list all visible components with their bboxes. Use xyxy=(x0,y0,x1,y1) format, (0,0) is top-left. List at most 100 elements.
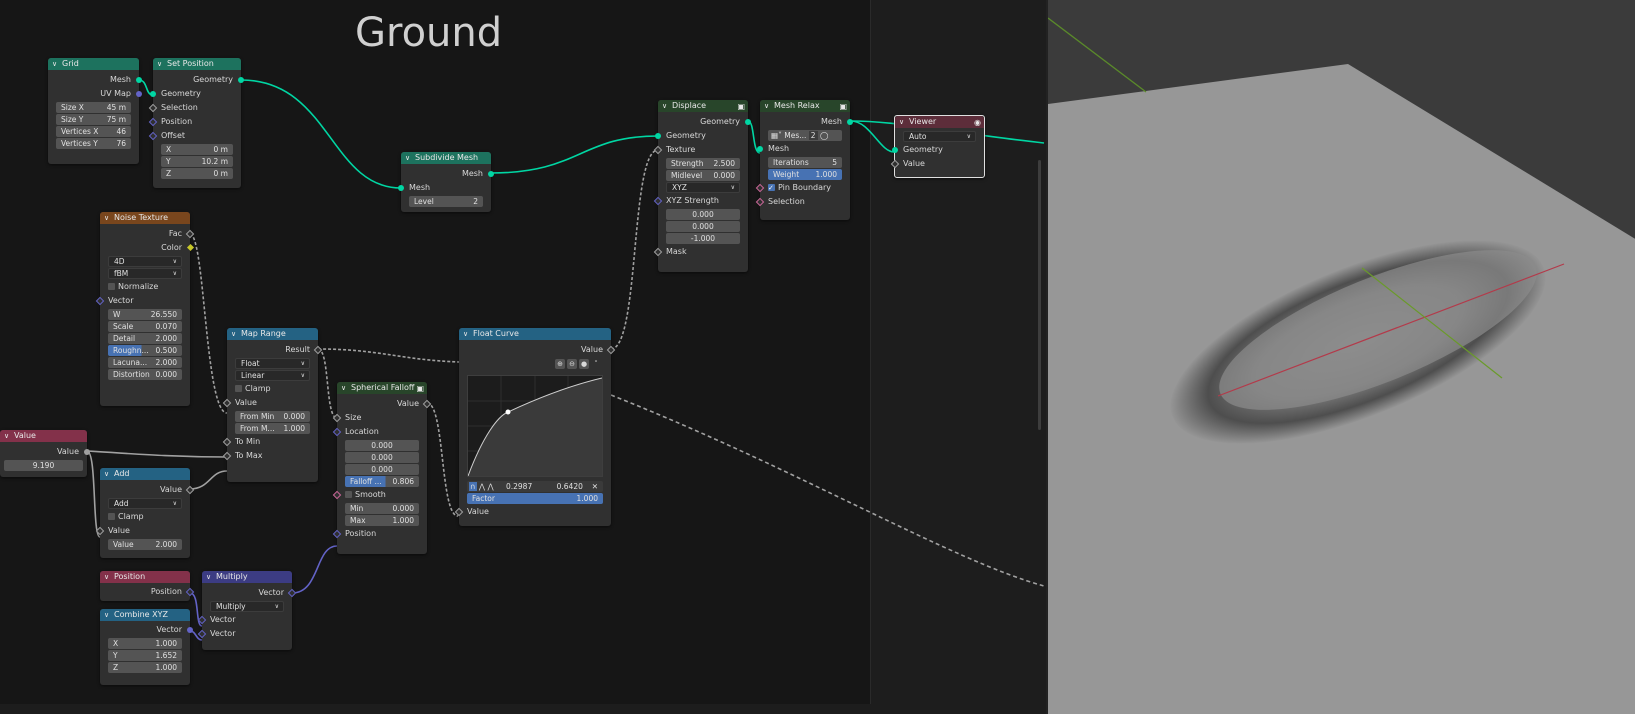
socket-uv-out[interactable] xyxy=(136,91,142,97)
mode-dropdown[interactable]: XYZ xyxy=(666,182,740,193)
dimensions-dropdown[interactable]: 4D xyxy=(108,256,182,267)
from-max-field[interactable]: From M... 1.000 xyxy=(235,423,310,434)
location-x-field[interactable]: 0.000 xyxy=(345,440,419,451)
offset-z-field[interactable]: Z0 m xyxy=(161,168,233,179)
operation-dropdown[interactable]: Add xyxy=(108,498,182,509)
xyz-y-field[interactable]: 0.000 xyxy=(666,221,740,232)
offset-x-field[interactable]: X0 m xyxy=(161,144,233,155)
close-icon[interactable]: ✕ xyxy=(592,481,598,492)
socket-geometry-in[interactable] xyxy=(150,91,156,97)
socket-value-out[interactable] xyxy=(84,449,90,455)
z-field[interactable]: Z 1.000 xyxy=(108,662,182,673)
node-grid[interactable]: Grid Mesh UV Map Size X45 m Size Y75 m V… xyxy=(48,58,142,164)
strength-field[interactable]: Strength 2.500 xyxy=(666,158,740,169)
curve-editor[interactable] xyxy=(467,375,603,477)
clamp-checkbox[interactable] xyxy=(235,385,242,392)
socket-mesh-out[interactable] xyxy=(847,119,853,125)
zoom-out-icon[interactable]: ⊖ xyxy=(567,359,577,369)
w-field[interactable]: W 26.550 xyxy=(108,309,182,320)
pin-boundary-checkbox[interactable] xyxy=(768,181,775,195)
level-field[interactable]: Level 2 xyxy=(409,196,483,207)
socket-mesh-out[interactable] xyxy=(136,77,142,83)
weight-field[interactable]: Weight 1.000 xyxy=(768,169,842,180)
node-header[interactable]: Map Range xyxy=(227,328,318,340)
value-field[interactable]: 9.190 xyxy=(4,460,83,471)
point-icon[interactable]: ● xyxy=(579,359,589,369)
node-header[interactable]: Position xyxy=(100,571,190,583)
node-header[interactable]: Combine XYZ xyxy=(100,609,190,621)
chevron-down-icon[interactable]: ˅ xyxy=(591,359,601,369)
domain-dropdown[interactable]: Auto xyxy=(903,131,976,142)
value-field[interactable]: Value 2.000 xyxy=(108,539,182,550)
size-x-field[interactable]: Size X 45 m xyxy=(56,102,131,113)
factor-field[interactable]: Factor 1.000 xyxy=(467,493,603,504)
node-header[interactable]: Viewer◉ xyxy=(895,116,984,128)
socket-geometry-out[interactable] xyxy=(238,77,244,83)
socket-mesh-out[interactable] xyxy=(488,171,494,177)
node-set-position[interactable]: Set Position Geometry Geometry Selection… xyxy=(148,58,244,188)
xyz-z-field[interactable]: -1.000 xyxy=(666,233,740,244)
node-subdivide-mesh[interactable]: Subdivide Mesh Mesh Mesh Level2 xyxy=(398,152,494,212)
node-value[interactable]: Value Value 9.190 xyxy=(0,430,90,477)
3d-viewport[interactable] xyxy=(1046,0,1635,714)
node-header[interactable]: Add xyxy=(100,468,190,480)
vertices-x-field[interactable]: Vertices X 46 xyxy=(56,126,131,137)
node-header[interactable]: Float Curve xyxy=(459,328,611,340)
node-header[interactable]: Multiply xyxy=(202,571,292,583)
detail-field[interactable]: Detail 2.000 xyxy=(108,333,182,344)
offset-y-field[interactable]: Y 10.2 m xyxy=(161,156,233,167)
data-type-dropdown[interactable]: Float xyxy=(235,358,310,369)
vertices-y-field[interactable]: Vertices Y 76 xyxy=(56,138,131,149)
midlevel-field[interactable]: Midlevel 0.000 xyxy=(666,170,740,181)
y-field[interactable]: Y 1.652 xyxy=(108,650,182,661)
min-field[interactable]: Min 0.000 xyxy=(345,503,419,514)
node-float-curve[interactable]: Float Curve Value ⊕ ⊖ ● ˅ ∩ ⋀ ⋀ 0.2987 0… xyxy=(454,328,616,526)
node-group-selector[interactable]: ▦˅ Mes... 2 ◯ xyxy=(768,130,842,141)
node-header[interactable]: Spherical Falloff▣ xyxy=(337,382,427,394)
socket-mesh-in[interactable] xyxy=(757,146,763,152)
xyz-x-field[interactable]: 0.000 xyxy=(666,209,740,220)
iterations-field[interactable]: Iterations 5 xyxy=(768,157,842,168)
location-z-field[interactable]: 0.000 xyxy=(345,464,419,475)
node-mesh-relax[interactable]: Mesh Relax▣ Mesh ▦˅ Mes... 2 ◯ Mesh Iter… xyxy=(755,100,853,220)
node-header[interactable]: Displace▣ xyxy=(658,100,748,112)
x-field[interactable]: X 1.000 xyxy=(108,638,182,649)
node-header[interactable]: Noise Texture xyxy=(100,212,190,224)
node-combine-xyz[interactable]: Combine XYZ Vector X1.000 Y1.652 Z1.000 xyxy=(100,609,193,685)
clamp-checkbox[interactable] xyxy=(108,513,115,520)
socket-geometry-in[interactable] xyxy=(655,133,661,139)
scale-field[interactable]: Scale 0.070 xyxy=(108,321,182,332)
handle-auto-icon[interactable]: ∩ xyxy=(469,482,477,491)
handle-free-icon[interactable]: ⋀ xyxy=(487,482,493,491)
size-y-field[interactable]: Size Y 75 m xyxy=(56,114,131,125)
node-map-range[interactable]: Map Range Result Float Linear Clamp Valu… xyxy=(222,328,323,482)
zoom-in-icon[interactable]: ⊕ xyxy=(555,359,565,369)
operation-dropdown[interactable]: Multiply xyxy=(210,601,284,612)
roughness-field[interactable]: Roughn... 0.500 xyxy=(108,345,182,356)
node-viewer[interactable]: Viewer◉ Auto Geometry Value xyxy=(890,115,985,178)
node-displace[interactable]: Displace▣ Geometry Geometry Texture Stre… xyxy=(653,100,751,272)
max-field[interactable]: Max 1.000 xyxy=(345,515,419,526)
eye-icon[interactable]: ◉ xyxy=(974,117,981,128)
location-y-field[interactable]: 0.000 xyxy=(345,452,419,463)
node-header[interactable]: Grid xyxy=(48,58,139,70)
node-noise-texture[interactable]: Noise Texture Fac Color 4D fBM Normalize… xyxy=(95,212,195,406)
curve-point-row[interactable]: ∩ ⋀ ⋀ 0.2987 0.6420 ✕ xyxy=(467,481,603,492)
lacunarity-field[interactable]: Lacuna... 2.000 xyxy=(108,357,182,368)
node-add[interactable]: Add Value Add Clamp Value Value2.000 xyxy=(95,468,195,558)
normalize-checkbox[interactable] xyxy=(108,283,115,290)
socket-geometry-out[interactable] xyxy=(745,119,751,125)
smooth-checkbox[interactable] xyxy=(345,491,352,498)
falloff-field[interactable]: Falloff ... 0.806 xyxy=(345,476,419,487)
node-multiply[interactable]: Multiply Vector Multiply Vector Vector xyxy=(197,571,297,650)
node-position[interactable]: Position Position xyxy=(100,571,195,601)
socket-vector-out[interactable] xyxy=(187,627,193,633)
node-header[interactable]: Set Position xyxy=(153,58,241,70)
interpolation-dropdown[interactable]: Linear xyxy=(235,370,310,381)
handle-vector-icon[interactable]: ⋀ xyxy=(479,482,485,491)
region-scrollbar[interactable] xyxy=(1038,160,1041,430)
node-header[interactable]: Mesh Relax▣ xyxy=(760,100,850,112)
node-header[interactable]: Value xyxy=(0,430,87,442)
from-min-field[interactable]: From Min 0.000 xyxy=(235,411,310,422)
socket-geometry-in[interactable] xyxy=(892,147,898,153)
